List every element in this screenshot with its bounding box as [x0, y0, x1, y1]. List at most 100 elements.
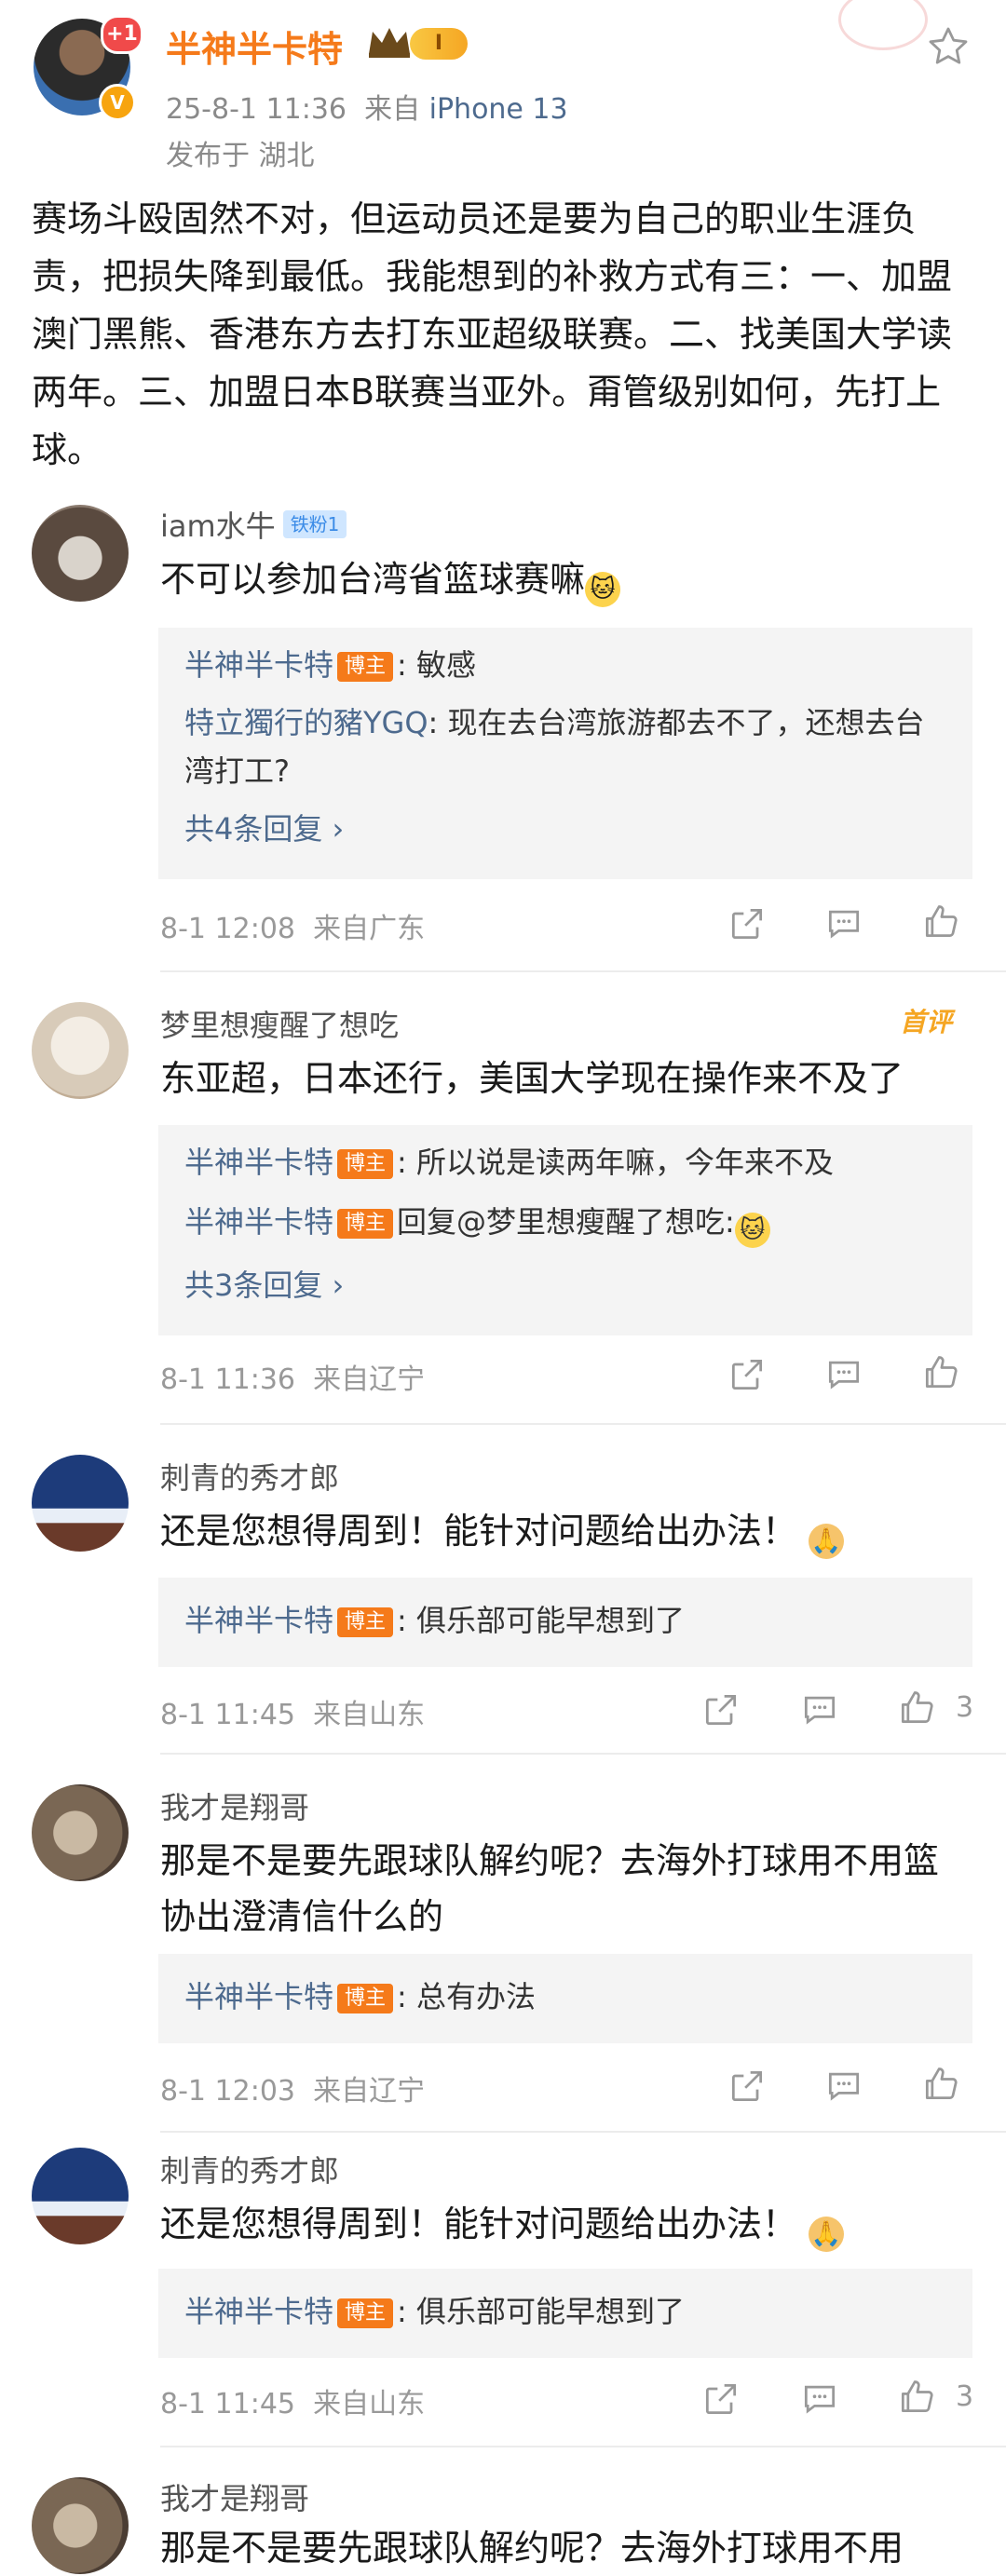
more-replies-link[interactable]: 共4条回复 › [184, 805, 950, 853]
reply-box[interactable]: 半神半卡特 博主: 俱乐部可能早想到了 [158, 2269, 972, 2358]
comment-icon[interactable] [799, 2379, 840, 2420]
comment-avatar[interactable] [32, 2148, 129, 2244]
like-icon[interactable] [896, 1688, 937, 1729]
post-location: 发布于 湖北 [166, 140, 315, 172]
reply-box[interactable]: 半神半卡特 博主: 总有办法 [158, 1954, 972, 2043]
praying-hands-icon: 🙏 [809, 1524, 845, 1559]
reply-text: : 俱乐部可能早想到了 [397, 1603, 685, 1638]
first-comment-badge: 首评 [900, 1007, 953, 1037]
reply-line[interactable]: 特立獨行的豬YGQ: 现在去台湾旅游都去不了，还想去台湾打工? [184, 698, 950, 795]
comment-author[interactable]: 我才是翔哥 [160, 1784, 309, 1827]
comment-avatar[interactable] [32, 1002, 129, 1099]
reply-text: : 敏感 [397, 647, 476, 683]
host-badge: 博主 [337, 652, 394, 682]
comment-author[interactable]: 梦里想瘦醒了想吃 [160, 1002, 399, 1045]
reply-line[interactable]: 半神半卡特 博主: 总有办法 [184, 1973, 950, 2021]
host-badge: 博主 [337, 1607, 394, 1637]
reply-line[interactable]: 半神半卡特 博主 回复@梦里想瘦醒了想吃: 🐱 [184, 1198, 950, 1248]
post-body: 赛场斗殴固然不对，但运动员还是要为自己的职业生涯负责，把损失降到最低。我能想到的… [32, 198, 953, 470]
comment-meta: 8-1 12:03 来自辽宁 [160, 2068, 425, 2108]
share-icon[interactable] [727, 903, 768, 944]
comment-icon[interactable] [823, 903, 864, 944]
comment-location: 来自辽宁 [313, 2075, 426, 2108]
comment-avatar[interactable] [32, 2477, 129, 2574]
verified-badge: V [99, 84, 136, 121]
share-icon[interactable] [700, 1689, 741, 1730]
reply-line[interactable]: 半神半卡特 博主: 所以说是读两年嘛，今年来不及 [184, 1138, 950, 1186]
share-icon[interactable] [727, 1354, 768, 1395]
divider [160, 2131, 1006, 2133]
comment-location: 来自山东 [313, 2388, 426, 2420]
comment-avatar[interactable] [32, 1784, 129, 1881]
divider [160, 970, 1006, 972]
reply-text: : 所以说是读两年嘛，今年来不及 [397, 1145, 834, 1180]
comment-meta: 8-1 11:36 来自辽宁 [160, 1356, 425, 1397]
comment-avatar[interactable] [32, 1455, 129, 1552]
level-badge: I [410, 28, 468, 60]
reply-author[interactable]: 半神半卡特 [184, 647, 333, 683]
reply-line[interactable]: 半神半卡特 博主: 敏感 [184, 641, 950, 689]
host-badge: 博主 [337, 1149, 394, 1179]
comment-author[interactable]: iam水牛 铁粉1 [160, 503, 347, 546]
reply-author[interactable]: 半神半卡特 [184, 2294, 333, 2329]
divider [160, 1423, 1006, 1425]
share-icon[interactable] [700, 2379, 741, 2420]
comment-location: 来自山东 [313, 1699, 426, 1731]
seal-stamp [838, 0, 928, 50]
cat-emoji-icon: 🐱 [585, 572, 621, 607]
comment-icon[interactable] [823, 1354, 864, 1395]
reply-author[interactable]: 半神半卡特 [184, 1145, 333, 1180]
reply-author[interactable]: 特立獨行的豬YGQ [184, 705, 428, 740]
like-icon[interactable] [896, 2377, 937, 2418]
comment-avatar[interactable] [32, 505, 129, 602]
author-name[interactable]: 半神半卡特 [166, 20, 343, 72]
comment-text: 不可以参加台湾省篮球赛嘛 🐱 [160, 551, 971, 607]
reply-box[interactable]: 半神半卡特 博主: 敏感 特立獨行的豬YGQ: 现在去台湾旅游都去不了，还想去台湾… [158, 628, 972, 879]
post-meta: 25-8-1 11:36 来自 iPhone 13 [166, 86, 568, 127]
reply-box[interactable]: 半神半卡特 博主: 所以说是读两年嘛，今年来不及 半神半卡特 博主 回复@梦里想瘦醒了… [158, 1125, 972, 1335]
comment-time: 8-1 11:36 [160, 1363, 295, 1396]
comment-text-content: 还是您想得周到！能针对问题给出办法！ [160, 2203, 798, 2244]
praying-hands-icon: 🙏 [809, 2217, 845, 2252]
cat-emoji-icon: 🐱 [734, 1213, 770, 1248]
fan-badge: 铁粉1 [282, 510, 347, 538]
comment-time: 8-1 12:03 [160, 2075, 295, 2108]
divider [160, 2446, 1006, 2447]
reply-author[interactable]: 半神半卡特 [184, 1204, 333, 1240]
like-icon[interactable] [920, 902, 961, 942]
comment-location: 来自广东 [313, 913, 426, 945]
comment-author[interactable]: 刺青的秀才郎 [160, 1455, 339, 1498]
like-icon[interactable] [920, 2064, 961, 2105]
star-icon[interactable] [926, 24, 971, 69]
like-icon[interactable] [920, 1352, 961, 1393]
comment-time: 8-1 11:45 [160, 1699, 295, 1731]
reply-text: : 总有办法 [397, 1979, 536, 2014]
comment-meta: 8-1 11:45 来自山东 [160, 2380, 425, 2421]
comment-text-content: 还是您想得周到！能针对问题给出办法！ [160, 1511, 798, 1552]
reply-author[interactable]: 半神半卡特 [184, 1979, 333, 2014]
comment-text: 东亚超，日本还行，美国大学现在操作来不及了 [160, 1058, 904, 1099]
reply-author[interactable]: 半神半卡特 [184, 1603, 333, 1638]
host-badge: 博主 [337, 1209, 394, 1239]
host-badge: 博主 [337, 1984, 394, 2013]
divider [160, 1753, 1006, 1755]
comment-author[interactable]: 刺青的秀才郎 [160, 2148, 339, 2190]
like-count: 3 [956, 1691, 974, 1724]
comment-author-name[interactable]: iam水牛 [160, 508, 276, 544]
post-from: 来自 [364, 93, 421, 126]
comment-icon[interactable] [823, 2066, 864, 2107]
reply-line[interactable]: 半神半卡特 博主: 俱乐部可能早想到了 [184, 2287, 950, 2336]
comment-author[interactable]: 我才是翔哥 [160, 2475, 309, 2518]
post-device[interactable]: iPhone 13 [429, 93, 568, 126]
reply-line[interactable]: 半神半卡特 博主: 俱乐部可能早想到了 [184, 1596, 950, 1645]
comment-meta: 8-1 11:45 来自山东 [160, 1691, 425, 1732]
host-badge: 博主 [337, 2298, 394, 2328]
more-replies-link[interactable]: 共3条回复 › [184, 1261, 950, 1309]
comment-meta: 8-1 12:08 来自广东 [160, 905, 425, 946]
plus-badge: +1 [101, 15, 143, 54]
comment-time: 8-1 12:08 [160, 913, 295, 945]
comment-icon[interactable] [799, 1689, 840, 1730]
share-icon[interactable] [727, 2066, 768, 2107]
comment-text-content: 不可以参加台湾省篮球赛嘛 [160, 559, 586, 600]
reply-box[interactable]: 半神半卡特 博主: 俱乐部可能早想到了 [158, 1578, 972, 1667]
